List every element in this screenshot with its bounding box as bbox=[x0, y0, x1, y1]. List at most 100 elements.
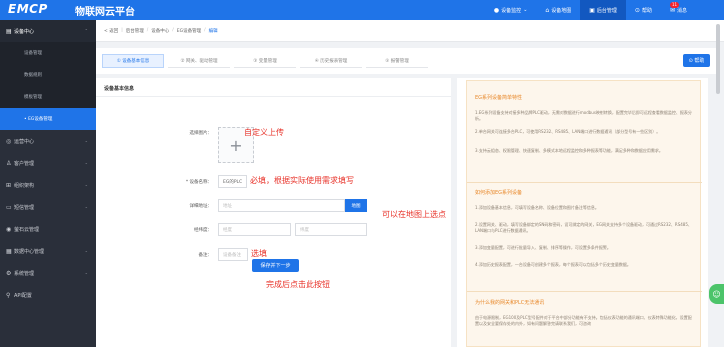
nav-label: 后台管理 bbox=[596, 7, 617, 14]
breadcrumb-item[interactable]: 设备中心 bbox=[151, 28, 169, 34]
chevron-down-icon: ⌄ bbox=[84, 160, 88, 165]
sidebar-group-ops-center[interactable]: ◎ 运营中心 ⌄ bbox=[0, 130, 96, 152]
device-icon: ▤ bbox=[6, 27, 12, 35]
form-section-title: 设备基本信息 bbox=[104, 86, 135, 92]
back-link[interactable]: < 返回 bbox=[104, 28, 118, 34]
chevron-down-icon: ⌄ bbox=[84, 138, 88, 143]
map-icon: ⌂ bbox=[545, 6, 550, 14]
breadcrumb-item[interactable]: 后台管理 bbox=[126, 28, 144, 34]
message-count-badge: 11 bbox=[669, 2, 680, 8]
wizard-steps: ① 设备基本信息 ② 网关、驱动管理 ③ 变量管理 ④ 历史报表管理 ⑤ 报警管… bbox=[96, 48, 720, 74]
remark-label: 备注： bbox=[198, 253, 213, 258]
ops-icon: ◎ bbox=[6, 137, 12, 145]
annotation-image: 自定义上传 bbox=[244, 128, 284, 137]
data-icon: ▦ bbox=[6, 247, 12, 255]
sidebar-item-data-rules[interactable]: 数据规则 bbox=[0, 64, 96, 86]
sidebar-group-label: 运营中心 bbox=[14, 138, 35, 145]
step-alarms[interactable]: ⑤ 报警管理 bbox=[366, 54, 428, 68]
remark-input[interactable]: 设备备注 bbox=[218, 248, 248, 261]
scrollbar[interactable] bbox=[716, 24, 720, 94]
sidebar-group-label: API配置 bbox=[14, 292, 32, 299]
info-paragraph: 2.单台网关可连接多台PLC，可使用RS232、RS485、LAN端口进行数据通… bbox=[475, 129, 661, 134]
admin-icon: ▣ bbox=[589, 6, 595, 14]
sidebar-group-label: 组织架构 bbox=[14, 182, 35, 189]
step-gateway-driver[interactable]: ② 网关、驱动管理 bbox=[168, 54, 230, 68]
chevron-up-icon: ⌃ bbox=[84, 28, 88, 33]
info-paragraph: 3.支持云组态、权限管理、快速复制、多模式本地远程监控和多种报表等功能，满足多种… bbox=[475, 148, 663, 153]
device-name-input[interactable]: EG的PLC bbox=[218, 175, 247, 188]
map-button[interactable]: 地图 bbox=[345, 199, 367, 212]
coords-label: 经纬度： bbox=[194, 228, 212, 233]
info-title-troubleshoot: 为什么我的网关和PLC无法通讯 bbox=[475, 300, 545, 306]
app-logo[interactable]: EMCP bbox=[8, 2, 48, 16]
annotation-save: 完成后点击此按钮 bbox=[266, 280, 330, 289]
floating-service-button[interactable]: ☺ bbox=[709, 284, 724, 304]
sidebar-group-system[interactable]: ⚙ 系统管理 ⌄ bbox=[0, 262, 96, 284]
nav-label: 设备监控 bbox=[501, 7, 522, 14]
sidebar-item-template-management[interactable]: 模板管理 bbox=[0, 86, 96, 108]
sidebar-group-label: 客户管理 bbox=[14, 160, 35, 167]
info-paragraph: 4.添加历史报表配置，一台设备可创建多个报表，每个报表可以包括多个历史变量数据。 bbox=[475, 262, 631, 267]
sidebar-group-label: 设备中心 bbox=[14, 28, 35, 35]
sms-icon: ▭ bbox=[6, 203, 12, 211]
info-title-features: EG系列设备简单特性 bbox=[475, 95, 523, 101]
breadcrumb-separator: / bbox=[146, 28, 149, 33]
sidebar: ▤ 设备中心 ⌃ 设备管理 数据规则 模板管理 • EG设备管理 ◎ 运营中心 … bbox=[0, 20, 96, 347]
address-input[interactable]: 地址 bbox=[218, 199, 345, 212]
annotation-name: 必填，根据实际使用需求填写 bbox=[250, 176, 354, 185]
address-label: 详细地址： bbox=[189, 204, 213, 209]
longitude-input[interactable]: 经度 bbox=[218, 223, 291, 236]
sidebar-group-data-center[interactable]: ▦ 数据中心管理 ⌄ bbox=[0, 240, 96, 262]
customer-icon: ♙ bbox=[6, 159, 12, 167]
device-form: 设备基本信息 选择图片： + * 设备名称： EG的PLC 详细地址： 地址 地… bbox=[96, 78, 451, 347]
nav-label: 消息 bbox=[676, 7, 687, 14]
top-bar: EMCP 物联网云平台 ● 设备监控 ⌄ ⌂ 设备地图 ▣ 后台管理 ⊙ 帮助 … bbox=[0, 0, 724, 20]
sidebar-group-label: 系统管理 bbox=[14, 270, 35, 277]
breadcrumb-separator: / bbox=[204, 28, 206, 33]
sidebar-item-device-management[interactable]: 设备管理 bbox=[0, 42, 96, 64]
sidebar-group-sms[interactable]: ▭ 短信管理 ⌄ bbox=[0, 196, 96, 218]
annotation-map: 可以在地图上选点 bbox=[382, 210, 446, 219]
nav-label: 帮助 bbox=[641, 7, 652, 14]
chevron-down-icon: ⌄ bbox=[84, 248, 88, 253]
org-icon: ⊞ bbox=[6, 181, 12, 189]
sidebar-group-customer[interactable]: ♙ 客户管理 ⌄ bbox=[0, 152, 96, 174]
plus-icon: + bbox=[229, 135, 243, 155]
step-basic-info[interactable]: ① 设备基本信息 bbox=[102, 54, 164, 68]
chevron-down-icon: ⌄ bbox=[84, 270, 88, 275]
sidebar-group-api[interactable]: ⚲ API配置 bbox=[0, 284, 96, 306]
nav-admin[interactable]: ▣ 后台管理 bbox=[580, 0, 626, 20]
system-icon: ⚙ bbox=[6, 269, 12, 277]
info-panel: EG系列设备简单特性 1.EG系列设备支持对接多种品牌PLC驱动，无需对数据进行… bbox=[466, 80, 702, 347]
chevron-down-icon: ⌄ bbox=[84, 204, 88, 209]
save-next-button[interactable]: 保存并下一步 bbox=[252, 259, 299, 272]
divider bbox=[96, 96, 451, 97]
sidebar-group-label: 萤石云管理 bbox=[14, 226, 40, 233]
breadcrumb-item[interactable]: EG设备管理 bbox=[177, 28, 201, 34]
sidebar-item-eg-device-management[interactable]: • EG设备管理 bbox=[0, 108, 96, 130]
monitor-icon: ● bbox=[493, 6, 500, 14]
help-icon: ⊙ bbox=[634, 6, 640, 14]
help-button[interactable]: ⊙ 帮助 bbox=[683, 54, 710, 67]
latitude-input[interactable]: 纬度 bbox=[295, 223, 367, 236]
info-paragraph: 由于电源限制，EG100及PLC型号配件对于平台中部分功能有不支持。包括仪表功能… bbox=[475, 315, 692, 326]
step-variables[interactable]: ③ 变量管理 bbox=[234, 54, 296, 68]
breadcrumb: < 返回 | 后台管理 / 设备中心 / EG设备管理 / 编辑 bbox=[96, 20, 724, 42]
name-label: * 设备名称： bbox=[185, 180, 212, 185]
sidebar-group-label: 数据中心管理 bbox=[14, 248, 45, 255]
divider bbox=[467, 182, 702, 183]
nav-label: 设备地图 bbox=[551, 7, 572, 14]
image-label: 选择图片： bbox=[189, 131, 213, 136]
info-paragraph: 1.EG系列设备支持对接多种品牌PLC驱动，无需对数据进行modbus映射转换，… bbox=[475, 110, 692, 121]
info-paragraph: 1.添加设备基本信息，可填写设备名称、设备位置和图片备注等信息。 bbox=[475, 205, 599, 210]
nav-help[interactable]: ⊙ 帮助 bbox=[626, 0, 661, 20]
nav-device-monitor[interactable]: ● 设备监控 ⌄ bbox=[485, 0, 536, 20]
nav-messages[interactable]: ✉ 消息 11 bbox=[661, 0, 696, 20]
nav-device-map[interactable]: ⌂ 设备地图 bbox=[536, 0, 580, 20]
info-paragraph: 3.添加变量配置，可进行批量导入、复制、排序等操作，可设置多条件报警。 bbox=[475, 245, 611, 250]
sidebar-group-org[interactable]: ⊞ 组织架构 ⌄ bbox=[0, 174, 96, 196]
sidebar-group-ys-cloud[interactable]: ◉ 萤石云管理 bbox=[0, 218, 96, 240]
sidebar-group-device-center[interactable]: ▤ 设备中心 ⌃ bbox=[0, 20, 96, 42]
step-history-reports[interactable]: ④ 历史报表管理 bbox=[300, 54, 362, 68]
breadcrumb-separator: / bbox=[172, 28, 174, 33]
